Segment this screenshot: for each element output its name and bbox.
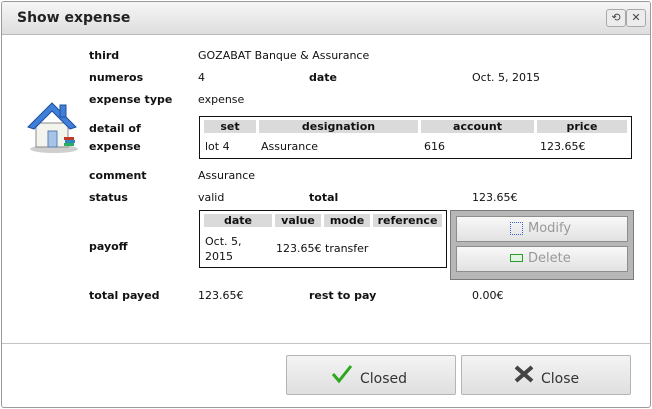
numeros-value: 4 [198, 71, 205, 84]
rest-to-pay-value: 0.00€ [472, 289, 504, 302]
payoff-action-panel: Modify Delete [450, 210, 634, 280]
detail-label-line1: detail of [89, 122, 141, 135]
close-x-icon [514, 365, 534, 383]
total-label: total [309, 191, 339, 204]
payoff-cell-date-line2: 2015 [205, 250, 233, 263]
detail-col-price: price [537, 120, 627, 133]
comment-value: Assurance [198, 169, 256, 182]
expense-type-label: expense type [89, 93, 173, 106]
total-payed-label: total payed [89, 289, 160, 302]
payoff-col-reference: reference [373, 214, 442, 227]
payoff-cell-date-line1: Oct. 5, [205, 235, 242, 248]
show-expense-dialog: Show expense ⟲ ✕ third GOZABAT Banque & … [1, 1, 651, 408]
detail-col-designation: designation [259, 120, 418, 133]
closed-label: Closed [360, 371, 408, 387]
restore-icon[interactable]: ⟲ [606, 9, 626, 27]
delete-button[interactable]: Delete [456, 246, 628, 272]
detail-cell-account: 616 [424, 140, 445, 153]
dialog-title: Show expense [17, 10, 131, 26]
footer-separator [2, 343, 650, 344]
detail-cell-designation: Assurance [261, 140, 319, 153]
modify-icon [510, 222, 523, 235]
delete-label: Delete [528, 251, 571, 266]
date-value: Oct. 5, 2015 [472, 71, 540, 84]
comment-label: comment [89, 169, 147, 182]
close-icon[interactable]: ✕ [626, 9, 646, 27]
modify-button[interactable]: Modify [456, 216, 628, 242]
detail-col-account: account [421, 120, 534, 133]
house-icon [27, 102, 78, 153]
payoff-col-mode: mode [324, 214, 370, 227]
payoff-col-date: date [204, 214, 272, 227]
third-label: third [89, 49, 120, 62]
total-payed-value: 123.65€ [198, 289, 244, 302]
total-value: 123.65€ [472, 191, 518, 204]
modify-label: Modify [528, 221, 572, 236]
payoff-col-value: value [275, 214, 321, 227]
status-value: valid [198, 191, 225, 204]
payoff-cell-mode: transfer [325, 242, 369, 255]
status-label: status [89, 191, 128, 204]
date-label: date [309, 71, 338, 84]
detail-cell-price: 123.65€ [540, 140, 586, 153]
numeros-label: numeros [89, 71, 144, 84]
checkmark-icon [331, 365, 353, 384]
close-label: Close [541, 371, 580, 387]
dialog-titlebar[interactable]: Show expense ⟲ ✕ [2, 2, 650, 35]
detail-cell-set: lot 4 [205, 140, 230, 153]
expense-type-value: expense [198, 93, 245, 106]
payoff-cell-value: 123.65€ [276, 242, 322, 255]
third-value: GOZABAT Banque & Assurance [198, 49, 370, 62]
payoff-table: date value mode reference Oct. 5, 2015 1… [199, 210, 447, 268]
closed-button[interactable]: Closed [286, 355, 456, 395]
delete-icon [510, 254, 523, 262]
detail-col-set: set [204, 120, 256, 133]
payoff-label: payoff [89, 240, 128, 253]
rest-to-pay-label: rest to pay [309, 289, 377, 302]
close-button[interactable]: Close [461, 355, 631, 395]
detail-table: set designation account price lot 4 Assu… [199, 116, 632, 159]
detail-label-line2: expense [89, 140, 141, 153]
